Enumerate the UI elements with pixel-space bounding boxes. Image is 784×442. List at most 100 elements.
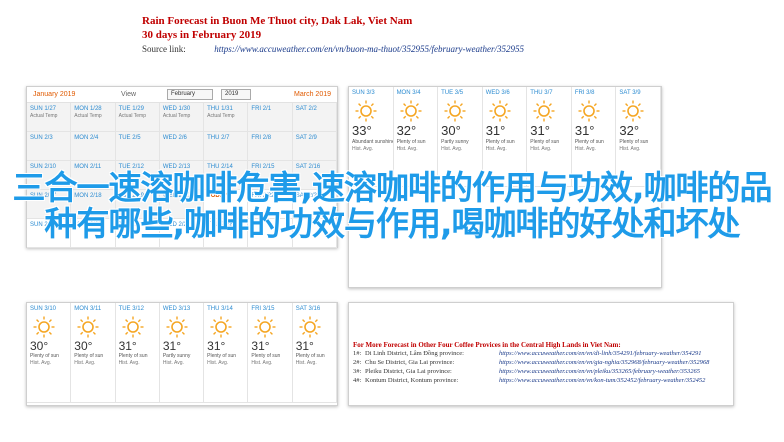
- calendar-day-cell[interactable]: THU 2/7: [204, 132, 249, 161]
- historical-average: Hist. Avg.: [619, 146, 641, 152]
- temperature: 31°: [295, 339, 314, 353]
- sun-icon: [166, 316, 188, 338]
- condition-text: Plenty of sun: [74, 353, 104, 359]
- calendar-day-cell[interactable]: FRI 3/15 31° Plenty of sun Hist. Avg.: [248, 303, 293, 403]
- historical-average: Hist. Avg.: [74, 360, 96, 366]
- temperature: 31°: [162, 339, 181, 353]
- sun-icon: [210, 316, 232, 338]
- temperature: 31°: [207, 339, 226, 353]
- calendar-day-cell[interactable]: THU 1/31 Actual Temp: [204, 103, 249, 132]
- day-label: WED 3/13: [162, 306, 191, 312]
- temperature: 33°: [352, 123, 372, 138]
- calendar-day-cell[interactable]: SUN 3/10 30° Plenty of sun Hist. Avg.: [27, 303, 72, 403]
- sun-icon: [122, 316, 144, 338]
- header-subtitle: 30 days in February 2019: [142, 29, 262, 41]
- province-name: Di Linh District, Lâm Đồng province:: [365, 350, 464, 357]
- row-number: 2#:: [353, 359, 362, 366]
- next-month-link[interactable]: March 2019: [294, 91, 331, 98]
- march-week2-grid: SUN 3/10 30° Plenty of sun Hist. Avg. MON 3/…: [27, 303, 337, 403]
- temperature: 31°: [485, 123, 506, 138]
- day-label: THU 2/7: [207, 135, 230, 141]
- actual-temp-label: Actual Temp: [74, 113, 102, 119]
- day-label: SUN 3/10: [30, 306, 57, 312]
- historical-average: Hist. Avg.: [295, 360, 317, 366]
- sun-icon: [622, 100, 644, 122]
- more-forecast-panel: For More Forecast in Other Four Coffee P…: [348, 302, 734, 406]
- calendar-day-cell[interactable]: TUE 2/5: [115, 132, 160, 161]
- sun-icon: [489, 100, 511, 122]
- calendar-day-cell[interactable]: WED 2/6: [159, 132, 205, 161]
- day-label: SAT 3/9: [619, 90, 641, 96]
- temperature: 31°: [574, 123, 595, 138]
- prev-month-link[interactable]: January 2019: [33, 91, 75, 98]
- calendar-day-cell[interactable]: TUE 1/29 Actual Temp: [115, 103, 160, 132]
- province-url[interactable]: https://www.accuweather.com/en/vn/kon-tu…: [499, 377, 705, 384]
- day-label: WED 3/6: [485, 90, 510, 96]
- calendar-day-cell[interactable]: SAT 3/16 31° Plenty of sun Hist. Avg.: [292, 303, 337, 403]
- day-label: MON 1/28: [74, 106, 102, 112]
- calendar-day-cell[interactable]: SAT 2/9: [292, 132, 337, 161]
- condition-text: Partly sunny: [162, 353, 191, 359]
- day-label: FRI 2/8: [251, 135, 272, 141]
- day-label: SAT 2/2: [295, 106, 317, 112]
- province-url[interactable]: https://www.accuweather.com/en/vn/gia-ng…: [499, 359, 709, 366]
- calendar-day-cell[interactable]: WED 1/30 Actual Temp: [159, 103, 205, 132]
- province-url[interactable]: https://www.accuweather.com/en/vn/pleiku…: [499, 368, 700, 375]
- sun-icon: [400, 100, 422, 122]
- calendar-day-cell[interactable]: SUN 2/3: [27, 132, 72, 161]
- historical-average: Hist. Avg.: [30, 360, 52, 366]
- condition-text: Plenty of sun: [396, 139, 426, 145]
- calendar-day-cell[interactable]: WED 3/13 31° Partly sunny Hist. Avg.: [159, 303, 205, 403]
- day-label: SUN 2/3: [30, 135, 53, 141]
- year-select[interactable]: 2019: [221, 89, 251, 100]
- day-label: MON 3/4: [396, 90, 421, 96]
- calendar-day-cell[interactable]: THU 3/14 31° Plenty of sun Hist. Avg.: [204, 303, 249, 403]
- source-link[interactable]: https://www.accuweather.com/en/vn/buon-m…: [214, 44, 524, 54]
- temperature: 32°: [619, 123, 640, 138]
- view-label: View: [121, 91, 137, 98]
- calendar-day-cell[interactable]: SAT 2/2: [292, 103, 337, 132]
- temperature: 30°: [441, 123, 461, 138]
- sun-icon: [254, 316, 276, 338]
- temperature: 31°: [118, 339, 137, 353]
- calendar-day-cell[interactable]: SUN 1/27 Actual Temp: [27, 103, 72, 132]
- day-label: THU 3/7: [530, 90, 553, 96]
- more-forecast-title: For More Forecast in Other Four Coffee P…: [353, 341, 621, 349]
- condition-text: Plenty of sun: [574, 139, 604, 145]
- condition-text: Plenty of sun: [619, 139, 649, 145]
- row-number: 1#:: [353, 350, 362, 357]
- sun-icon: [33, 316, 55, 338]
- day-label: SUN 3/3: [352, 90, 375, 96]
- page-header: Rain Forecast in Buon Me Thuot city, Dak…: [142, 14, 524, 56]
- historical-average: Hist. Avg.: [251, 360, 273, 366]
- calendar-toolbar: January 2019 View February 2019 March 20…: [27, 87, 337, 103]
- province-name: Pleiku District, Gia Lai province:: [365, 368, 452, 375]
- temperature: 31°: [530, 123, 550, 138]
- calendar-day-cell[interactable]: FRI 2/1: [248, 103, 293, 132]
- province-url[interactable]: https://www.accuweather.com/en/vn/di-lin…: [499, 350, 701, 357]
- march-week2-calendar: SUN 3/10 30° Plenty of sun Hist. Avg. MON 3/…: [26, 302, 338, 406]
- condition-text: Plenty of sun: [485, 139, 515, 145]
- historical-average: Hist. Avg.: [352, 146, 374, 152]
- calendar-day-cell[interactable]: FRI 2/8: [248, 132, 293, 161]
- day-label: MON 2/4: [74, 135, 99, 141]
- day-label: TUE 3/12: [118, 306, 144, 312]
- condition-text: Plenty of sun: [295, 353, 325, 359]
- calendar-day-cell[interactable]: MON 2/4: [71, 132, 116, 161]
- calendar-day-cell[interactable]: MON 1/28 Actual Temp: [71, 103, 116, 132]
- province-name: Chu Se District, Gia Lai province:: [365, 359, 455, 366]
- calendar-day-cell[interactable]: TUE 3/12 31° Plenty of sun Hist. Avg.: [115, 303, 160, 403]
- day-label: TUE 3/5: [441, 90, 464, 96]
- province-link-row: 1#: Di Linh District, Lâm Đồng province: h…: [353, 349, 733, 358]
- sun-icon: [77, 316, 99, 338]
- historical-average: Hist. Avg.: [118, 360, 140, 366]
- province-link-row: 4#: Kontum District, Kontum province: http…: [353, 376, 733, 385]
- month-select[interactable]: February: [167, 89, 213, 100]
- temperature: 32°: [396, 123, 417, 138]
- temperature: 30°: [30, 339, 49, 353]
- temperature: 31°: [251, 339, 270, 353]
- province-link-row: 3#: Pleiku District, Gia Lai province: htt…: [353, 367, 733, 376]
- historical-average: Hist. Avg.: [441, 146, 463, 152]
- calendar-day-cell[interactable]: MON 3/11 30° Plenty of sun Hist. Avg.: [71, 303, 116, 403]
- actual-temp-label: Actual Temp: [207, 113, 235, 119]
